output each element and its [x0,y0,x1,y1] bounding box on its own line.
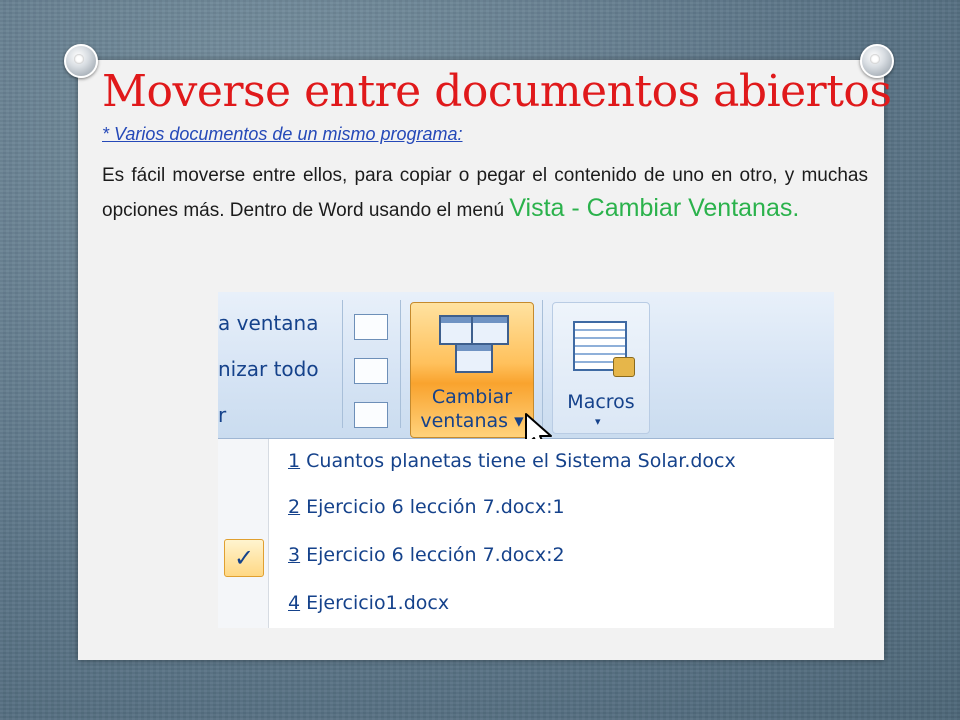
slide-title: Moverse entre documentos abiertos [102,66,892,117]
word-screenshot: a ventana nizar todo r Cambiar ventanas … [218,292,834,628]
switch-windows-button[interactable]: Cambiar ventanas ▾ [410,302,534,438]
macros-label: Macros [567,391,635,413]
menu-path-highlight: Vista - Cambiar Ventanas. [509,194,800,222]
switch-windows-menu: ✓ 1 Cuantos planetas tiene el Sistema So… [218,439,834,628]
slide-subtitle: * Varios documentos de un mismo programa… [102,124,463,144]
new-window-button[interactable]: a ventana [218,300,338,346]
pin-icon-left [64,44,98,78]
split-button[interactable]: r [218,392,338,438]
window-icon [471,315,509,345]
ribbon-window-group: a ventana nizar todo r [218,300,338,438]
side-by-side-icon[interactable] [354,314,388,340]
menu-item-window-1[interactable]: 1 Cuantos planetas tiene el Sistema Sola… [288,445,736,477]
sync-scroll-icon[interactable] [354,358,388,384]
chevron-down-icon: ▾ [514,410,524,432]
window-icon [455,343,493,373]
ribbon: a ventana nizar todo r Cambiar ventanas … [218,292,834,453]
macros-button[interactable]: Macros ▾ [552,302,650,434]
macros-icon [573,321,635,377]
checkmark-icon: ✓ [224,539,264,577]
switch-windows-label: Cambiar ventanas ▾ [420,386,524,432]
slide-body: Es fácil moverse entre ellos, para copia… [102,160,868,227]
ribbon-separator [542,300,543,428]
menu-item-window-3[interactable]: 3 Ejercicio 6 lección 7.docx:2 [288,539,565,571]
ribbon-separator [400,300,401,428]
menu-item-window-2[interactable]: 2 Ejercicio 6 lección 7.docx:1 [288,491,565,523]
arrange-all-button[interactable]: nizar todo [218,346,338,392]
chevron-down-icon: ▾ [595,415,601,428]
menu-item-window-4[interactable]: 4 Ejercicio1.docx [288,587,449,619]
menu-gutter [218,439,269,628]
ribbon-separator [342,300,343,428]
reset-position-icon[interactable] [354,402,388,428]
